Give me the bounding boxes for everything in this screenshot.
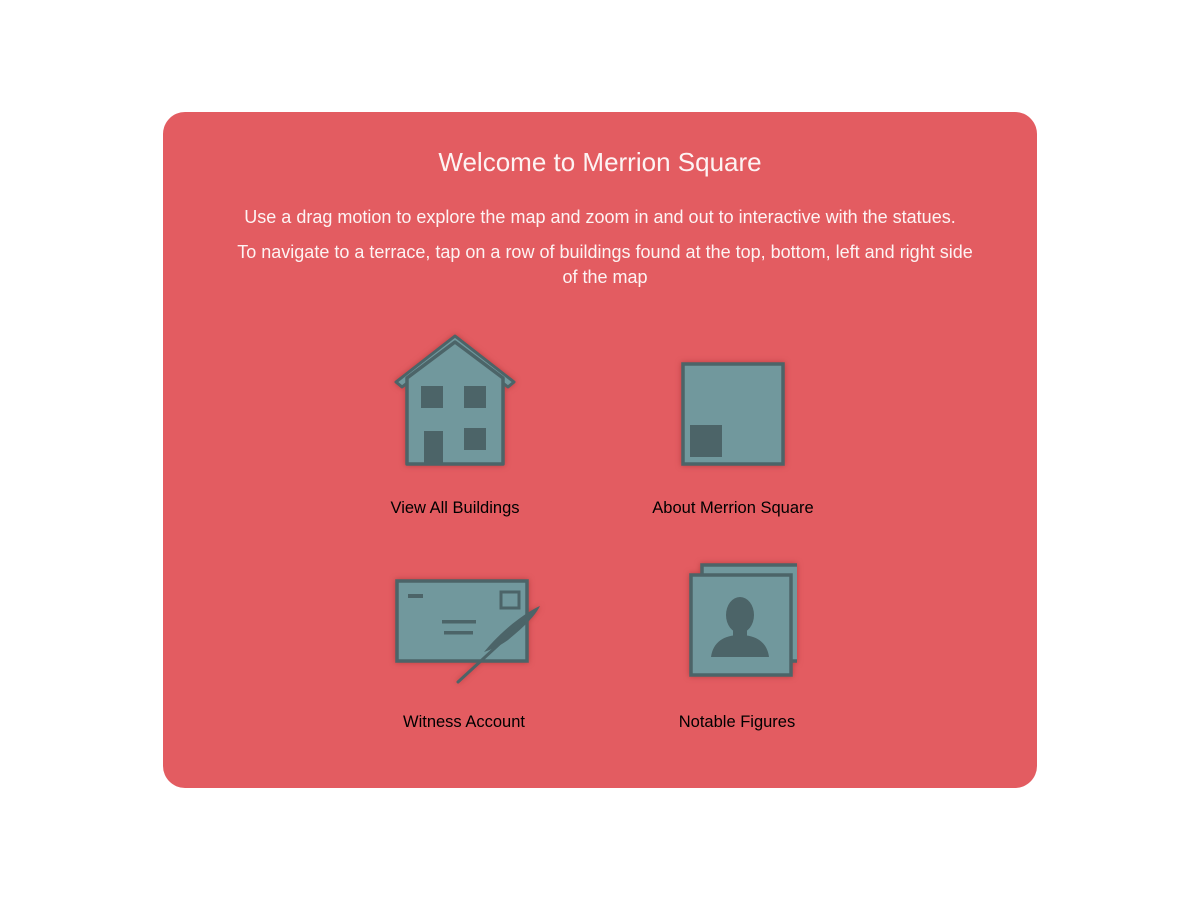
view-all-buildings-button[interactable]: View All Buildings [335, 330, 575, 530]
portrait-cards-icon [689, 563, 797, 677]
letter-quill-icon [395, 579, 540, 684]
witness-account-label: Witness Account [403, 713, 525, 731]
notable-figures-button[interactable]: Notable Figures [617, 560, 857, 760]
instruction-navigate: To navigate to a terrace, tap on a row o… [237, 242, 973, 287]
card-title: Welcome to Merrion Square [438, 147, 762, 177]
about-merrion-square-label: About Merrion Square [652, 499, 814, 517]
notable-figures-label: Notable Figures [678, 713, 796, 731]
square-map-icon [681, 362, 785, 466]
about-merrion-square-button[interactable]: About Merrion Square [613, 330, 853, 530]
house-icon [394, 334, 516, 466]
witness-account-button[interactable]: Witness Account [344, 560, 584, 760]
view-all-buildings-label: View All Buildings [390, 499, 520, 517]
instruction-drag: Use a drag motion to explore the map and… [244, 207, 956, 227]
